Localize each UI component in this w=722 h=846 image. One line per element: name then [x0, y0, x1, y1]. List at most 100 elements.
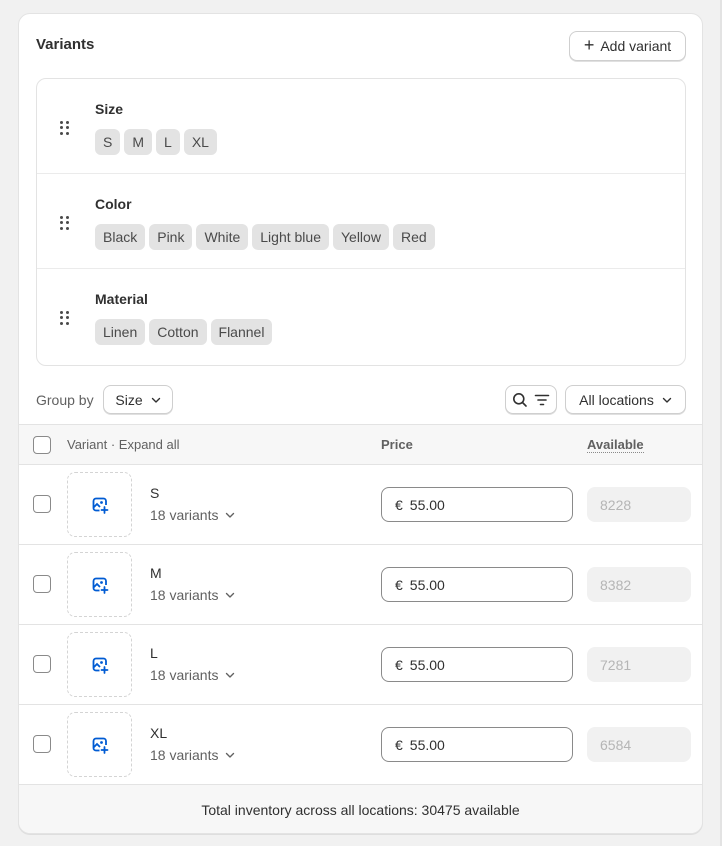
inventory-total-text: Total inventory across all locations: 30… — [201, 802, 520, 818]
plus-icon: + — [583, 35, 595, 55]
chevron-down-icon — [662, 397, 672, 403]
add-image-button[interactable] — [67, 472, 132, 537]
price-value[interactable] — [409, 496, 550, 513]
variant-group-name: XL — [150, 725, 168, 741]
option-value-chip: Flannel — [210, 319, 273, 345]
option-value-chip: Red — [392, 224, 435, 250]
table-row: L 18 variants € 7281 — [19, 625, 702, 705]
variant-count-toggle[interactable]: 18 variants — [150, 507, 235, 523]
variant-column-header: Variant · Expand all — [67, 437, 180, 452]
option-value-chip: Cotton — [149, 319, 207, 345]
variant-group-name: S — [150, 485, 160, 501]
price-value[interactable] — [409, 656, 550, 673]
price-input[interactable]: € — [381, 487, 573, 522]
add-image-button[interactable] — [67, 712, 132, 777]
table-row: XL 18 variants € 6584 — [19, 705, 702, 785]
group-by-select[interactable]: Size — [103, 385, 173, 414]
available-field: 7281 — [587, 647, 691, 682]
currency-symbol: € — [395, 656, 403, 673]
variant-count: 18 variants — [150, 507, 219, 523]
option-values: S M L XL — [95, 129, 217, 155]
add-image-button[interactable] — [67, 552, 132, 617]
available-field: 8228 — [587, 487, 691, 522]
option-value-chip: White — [196, 224, 249, 250]
group-by-value: Size — [115, 391, 143, 408]
chevron-down-icon — [226, 592, 235, 598]
option-size[interactable]: Size S M L XL — [37, 79, 685, 174]
locations-value: All locations — [579, 391, 654, 408]
variant-group-name: M — [150, 565, 162, 581]
option-value-chip: M — [124, 129, 153, 155]
table-row: S 18 variants € 8228 — [19, 465, 702, 545]
variant-count: 18 variants — [150, 587, 219, 603]
card-header: Variants + Add variant — [19, 14, 702, 78]
option-value-chip: Light blue — [252, 224, 329, 250]
variant-count: 18 variants — [150, 747, 219, 763]
row-checkbox[interactable] — [33, 495, 51, 513]
option-value-chip: S — [95, 129, 121, 155]
available-column-header[interactable]: Available — [587, 437, 644, 453]
price-value[interactable] — [409, 576, 550, 593]
card-title: Variants — [36, 36, 95, 53]
option-value-chip: XL — [183, 129, 217, 155]
group-by-label: Group by — [36, 392, 94, 408]
price-column-header: Price — [381, 437, 413, 452]
add-variant-button[interactable]: + Add variant — [569, 31, 686, 61]
variant-group-name: L — [150, 645, 158, 661]
add-variant-label: Add variant — [600, 38, 672, 54]
locations-select[interactable]: All locations — [565, 385, 686, 414]
chevron-down-icon — [226, 512, 235, 518]
inventory-total-footer: Total inventory across all locations: 30… — [19, 785, 702, 833]
row-checkbox[interactable] — [33, 655, 51, 673]
option-value-chip: Black — [95, 224, 146, 250]
image-add-icon — [92, 577, 108, 594]
chevron-down-icon — [226, 672, 235, 678]
currency-symbol: € — [395, 576, 403, 593]
option-name: Size — [95, 101, 124, 117]
option-values: Black Pink White Light blue Yellow Red — [95, 224, 435, 250]
drag-handle-icon[interactable] — [60, 311, 70, 325]
options-list: Size S M L XL Color Black Pink White Lig… — [36, 78, 686, 366]
variant-count: 18 variants — [150, 667, 219, 683]
variants-card: Variants + Add variant Size S M L XL Col… — [18, 13, 703, 834]
drag-handle-icon[interactable] — [60, 121, 70, 135]
option-name: Color — [95, 196, 132, 212]
option-values: Linen Cotton Flannel — [95, 319, 273, 345]
price-value[interactable] — [409, 736, 550, 753]
price-input[interactable]: € — [381, 567, 573, 602]
option-name: Material — [95, 291, 148, 307]
add-image-button[interactable] — [67, 632, 132, 697]
available-field: 8382 — [587, 567, 691, 602]
price-input[interactable]: € — [381, 647, 573, 682]
option-value-chip: Pink — [149, 224, 193, 250]
row-checkbox[interactable] — [33, 735, 51, 753]
table-header: Variant · Expand all Price Available — [19, 424, 702, 465]
row-checkbox[interactable] — [33, 575, 51, 593]
chevron-down-icon — [151, 397, 160, 403]
option-value-chip: Linen — [95, 319, 146, 345]
filter-icon — [534, 394, 550, 405]
available-field: 6584 — [587, 727, 691, 762]
search-icon — [513, 392, 527, 407]
option-material[interactable]: Material Linen Cotton Flannel — [37, 269, 685, 364]
option-value-chip: L — [156, 129, 180, 155]
variant-count-toggle[interactable]: 18 variants — [150, 747, 235, 763]
select-all-checkbox[interactable] — [33, 436, 51, 454]
currency-symbol: € — [395, 496, 403, 513]
option-value-chip: Yellow — [332, 224, 389, 250]
chevron-down-icon — [226, 752, 235, 758]
header-separator: · — [107, 437, 119, 452]
variant-count-toggle[interactable]: 18 variants — [150, 587, 235, 603]
expand-all-link[interactable]: Expand all — [119, 437, 180, 452]
variant-header-label: Variant — [67, 437, 108, 452]
price-input[interactable]: € — [381, 727, 573, 762]
image-add-icon — [92, 737, 108, 754]
image-add-icon — [92, 657, 108, 674]
currency-symbol: € — [395, 736, 403, 753]
variant-count-toggle[interactable]: 18 variants — [150, 667, 235, 683]
option-color[interactable]: Color Black Pink White Light blue Yellow… — [37, 174, 685, 269]
drag-handle-icon[interactable] — [60, 216, 70, 230]
search-filter-button[interactable] — [505, 385, 557, 414]
image-add-icon — [92, 497, 108, 514]
table-row: M 18 variants € 8382 — [19, 545, 702, 625]
